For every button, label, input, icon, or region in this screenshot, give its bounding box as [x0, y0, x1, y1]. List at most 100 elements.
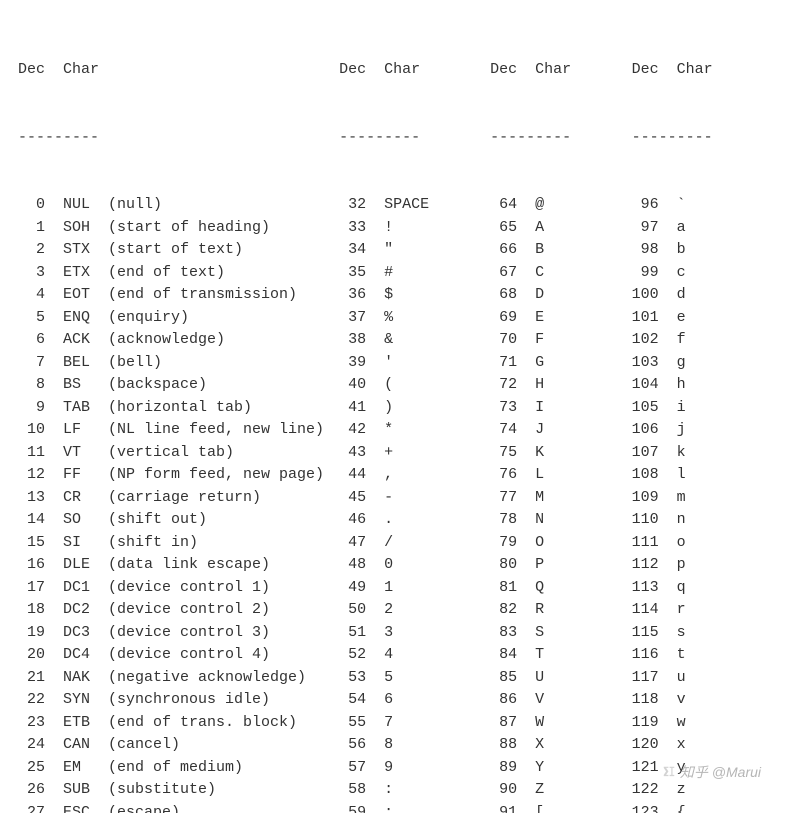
cell-char: w — [677, 712, 686, 735]
cell-mnemonic: ENQ — [63, 307, 90, 330]
table-row: 66 B — [490, 239, 631, 262]
table-row: 73 I — [490, 397, 631, 420]
table-row: 16 DLE (data link escape) — [18, 554, 339, 577]
ascii-column-3: Dec Char --------- 96 `97 a98 b99 c100 d… — [632, 14, 775, 813]
table-row: 4 EOT (end of transmission) — [18, 284, 339, 307]
cell-dec: 103 — [632, 352, 659, 375]
cell-dec: 108 — [632, 464, 659, 487]
header-rule: --------- — [18, 127, 339, 150]
cell-dec: 25 — [18, 757, 45, 780]
table-row: 97 a — [632, 217, 775, 240]
table-row: 11 VT (vertical tab) — [18, 442, 339, 465]
table-row: 87 W — [490, 712, 631, 735]
table-row: 104 h — [632, 374, 775, 397]
cell-char: R — [535, 599, 544, 622]
cell-dec: 88 — [490, 734, 517, 757]
table-row: 17 DC1 (device control 1) — [18, 577, 339, 600]
cell-dec: 74 — [490, 419, 517, 442]
cell-char: p — [677, 554, 686, 577]
cell-desc: (horizontal tab) — [108, 397, 252, 420]
cell-dec: 112 — [632, 554, 659, 577]
cell-char: 4 — [384, 644, 393, 667]
table-row: 72 H — [490, 374, 631, 397]
cell-dec: 84 — [490, 644, 517, 667]
cell-char: , — [384, 464, 393, 487]
column-body: 0 NUL (null)1 SOH (start of heading)2 ST… — [18, 194, 339, 813]
table-row: 8 BS (backspace) — [18, 374, 339, 397]
cell-dec: 80 — [490, 554, 517, 577]
cell-dec: 65 — [490, 217, 517, 240]
cell-desc: (acknowledge) — [108, 329, 225, 352]
table-row: 84 T — [490, 644, 631, 667]
cell-char: F — [535, 329, 544, 352]
cell-char: V — [535, 689, 544, 712]
cell-dec: 120 — [632, 734, 659, 757]
cell-char: a — [677, 217, 686, 240]
table-row: 80 P — [490, 554, 631, 577]
cell-dec: 24 — [18, 734, 45, 757]
table-row: 26 SUB (substitute) — [18, 779, 339, 802]
table-row: 103 g — [632, 352, 775, 375]
cell-char: l — [677, 464, 686, 487]
cell-char: X — [535, 734, 544, 757]
cell-dec: 3 — [18, 262, 45, 285]
table-row: 69 E — [490, 307, 631, 330]
cell-dec: 50 — [339, 599, 366, 622]
cell-char: c — [677, 262, 686, 285]
cell-desc: (device control 1) — [108, 577, 270, 600]
cell-dec: 81 — [490, 577, 517, 600]
cell-dec: 11 — [18, 442, 45, 465]
cell-desc: (start of heading) — [108, 217, 270, 240]
cell-char: I — [535, 397, 544, 420]
table-row: 90 Z — [490, 779, 631, 802]
cell-char: 7 — [384, 712, 393, 735]
table-row: 58 : — [339, 779, 490, 802]
cell-char: : — [384, 779, 393, 802]
table-row: 54 6 — [339, 689, 490, 712]
table-row: 116 t — [632, 644, 775, 667]
cell-char: m — [677, 487, 686, 510]
cell-dec: 59 — [339, 802, 366, 813]
cell-char: 5 — [384, 667, 393, 690]
cell-dec: 57 — [339, 757, 366, 780]
cell-dec: 102 — [632, 329, 659, 352]
cell-dec: 121 — [632, 757, 659, 780]
table-row: 89 Y — [490, 757, 631, 780]
cell-dec: 104 — [632, 374, 659, 397]
table-row: 111 o — [632, 532, 775, 555]
header-char: Char — [535, 61, 571, 78]
ascii-column-0: Dec Char --------- 0 NUL (null)1 SOH (st… — [18, 14, 339, 813]
cell-dec: 23 — [18, 712, 45, 735]
ascii-column-1: Dec Char --------- 32 SPACE33 !34 "35 #3… — [339, 14, 490, 813]
table-row: 64 @ — [490, 194, 631, 217]
cell-dec: 64 — [490, 194, 517, 217]
table-row: 55 7 — [339, 712, 490, 735]
cell-dec: 34 — [339, 239, 366, 262]
cell-dec: 22 — [18, 689, 45, 712]
cell-char: u — [677, 667, 686, 690]
cell-dec: 6 — [18, 329, 45, 352]
cell-char: ! — [384, 217, 393, 240]
cell-dec: 87 — [490, 712, 517, 735]
table-row: 22 SYN (synchronous idle) — [18, 689, 339, 712]
cell-char: * — [384, 419, 393, 442]
cell-dec: 16 — [18, 554, 45, 577]
table-row: 21 NAK (negative acknowledge) — [18, 667, 339, 690]
cell-char: v — [677, 689, 686, 712]
table-row: 53 5 — [339, 667, 490, 690]
table-row: 52 4 — [339, 644, 490, 667]
cell-dec: 39 — [339, 352, 366, 375]
table-row: 122 z — [632, 779, 775, 802]
cell-char: SPACE — [384, 194, 429, 217]
cell-char: 1 — [384, 577, 393, 600]
table-row: 50 2 — [339, 599, 490, 622]
cell-mnemonic: DC1 — [63, 577, 90, 600]
cell-dec: 72 — [490, 374, 517, 397]
cell-char: j — [677, 419, 686, 442]
table-row: 0 NUL (null) — [18, 194, 339, 217]
header-dec: Dec — [632, 59, 659, 82]
cell-desc: (end of medium) — [108, 757, 243, 780]
cell-dec: 85 — [490, 667, 517, 690]
table-row: 42 * — [339, 419, 490, 442]
cell-char: h — [677, 374, 686, 397]
